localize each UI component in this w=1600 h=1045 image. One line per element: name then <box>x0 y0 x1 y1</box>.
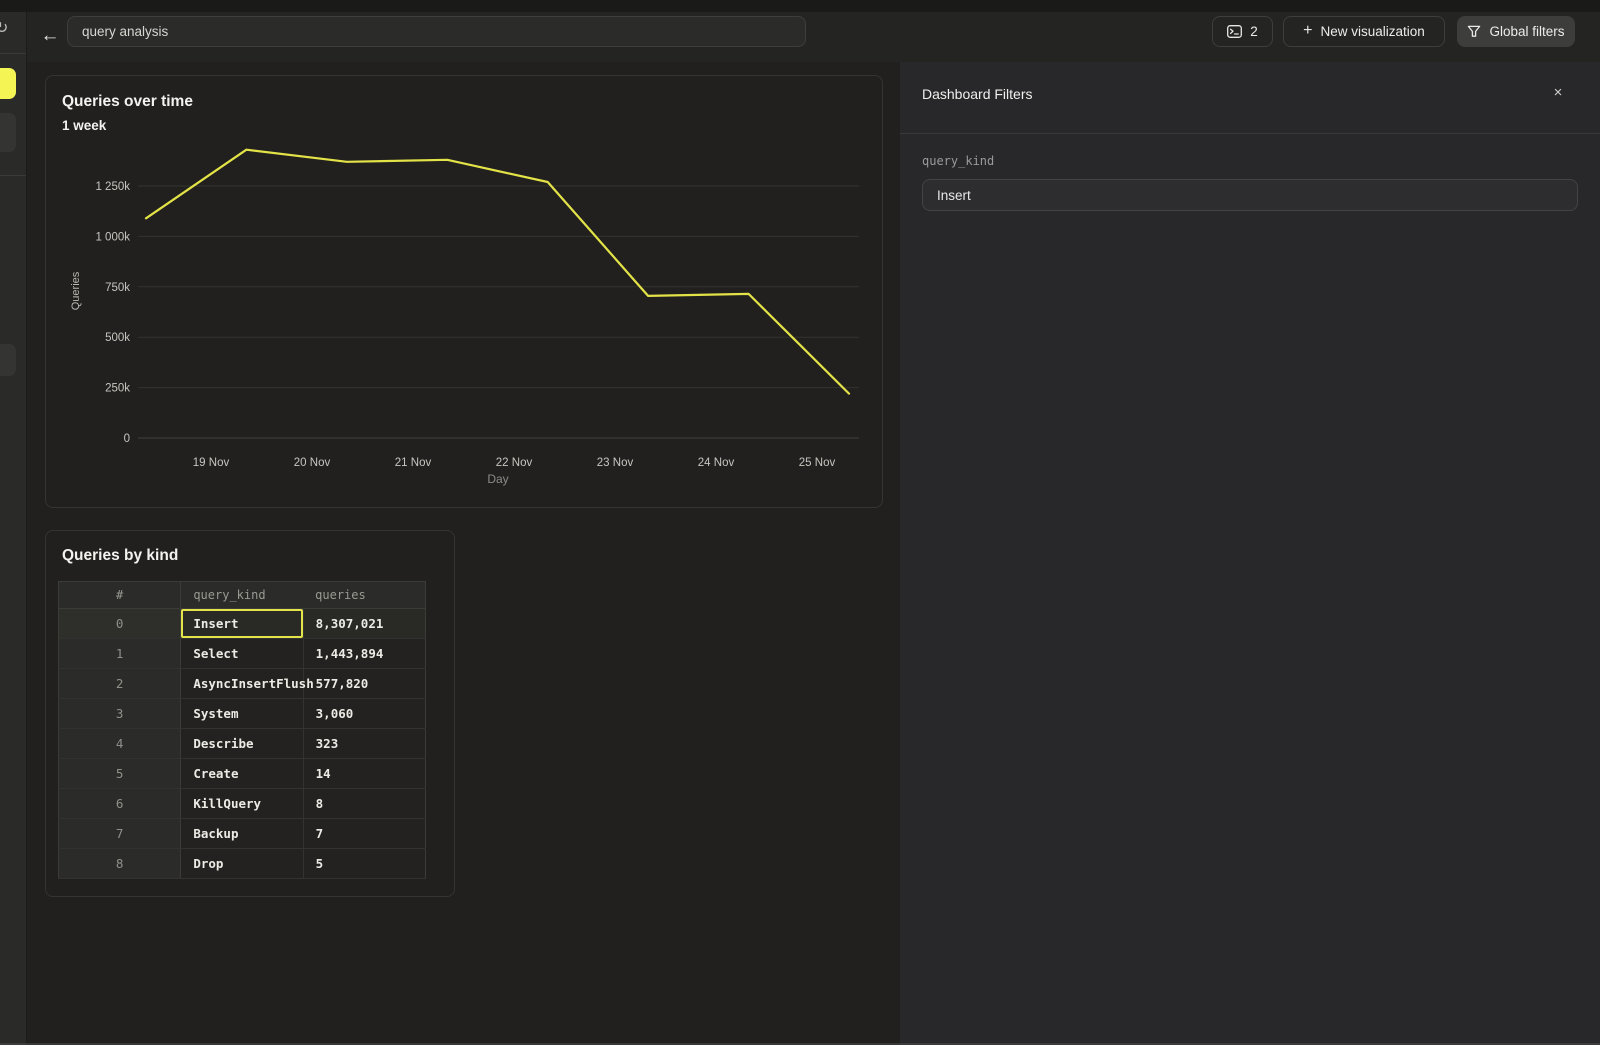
dashboard-filters-panel: Dashboard Filters × query_kind <box>900 62 1600 1045</box>
row-index-cell: 1 <box>59 639 181 669</box>
query-kind-cell[interactable]: Select <box>181 639 303 669</box>
queries-value-cell[interactable]: 5 <box>303 849 425 879</box>
window-top-strip <box>0 0 1600 12</box>
column-header-queries[interactable]: queries <box>303 582 425 609</box>
row-index-cell: 2 <box>59 669 181 699</box>
top-bar: ← 2 + New visualization Global filters <box>27 12 1600 62</box>
query-kind-filter-input[interactable] <box>922 179 1578 211</box>
query-kind-cell[interactable]: Describe <box>181 729 303 759</box>
query-kind-cell[interactable]: Backup <box>181 819 303 849</box>
panel-divider <box>900 133 1600 134</box>
column-header-query_kind[interactable]: query_kind <box>181 582 303 609</box>
queries-over-time-chart: 0 250k 500k 750k 1 000k 1 250k 19 Nov 20 Nov 21 … <box>46 76 884 509</box>
row-index-cell: 6 <box>59 789 181 819</box>
close-icon[interactable]: × <box>1549 84 1567 102</box>
queries-value-cell[interactable]: 8 <box>303 789 425 819</box>
y-tick-label: 0 <box>124 433 130 445</box>
query-kind-cell[interactable]: AsyncInsertFlush <box>181 669 303 699</box>
y-tick-label: 500k <box>105 332 130 344</box>
console-icon <box>1227 25 1242 38</box>
row-index-cell: 0 <box>59 609 181 639</box>
queries-value-cell[interactable]: 14 <box>303 759 425 789</box>
queries-by-kind-card: Queries by kind #query_kindqueries 0Inse… <box>45 530 455 897</box>
queries-by-kind-table: #query_kindqueries 0Insert8,307,0211Sele… <box>58 581 426 879</box>
table-row: 5Create14 <box>59 759 426 789</box>
x-axis-title: Day <box>487 472 508 486</box>
console-count-button[interactable]: 2 <box>1212 16 1273 47</box>
new-visualization-label: New visualization <box>1321 24 1425 39</box>
row-index-cell: 4 <box>59 729 181 759</box>
left-sidebar: ↻ <box>0 12 27 1045</box>
query-kind-cell[interactable]: Insert <box>181 609 303 639</box>
console-count: 2 <box>1250 24 1258 39</box>
sidebar-item-active[interactable] <box>0 68 16 99</box>
table-row: 1Select1,443,894 <box>59 639 426 669</box>
queries-value-cell[interactable]: 1,443,894 <box>303 639 425 669</box>
table-header: #query_kindqueries <box>59 582 426 609</box>
plus-icon: + <box>1303 22 1312 40</box>
table-row: 8Drop5 <box>59 849 426 879</box>
refresh-icon[interactable]: ↻ <box>0 21 8 37</box>
queries-value-cell[interactable]: 8,307,021 <box>303 609 425 639</box>
global-filters-label: Global filters <box>1489 24 1564 39</box>
table-row: 6KillQuery8 <box>59 789 426 819</box>
row-index-cell: 7 <box>59 819 181 849</box>
queries-value-cell[interactable]: 577,820 <box>303 669 425 699</box>
app-window: ↻ ← 2 + New visualization Global filters <box>0 0 1600 1045</box>
table-row: 7Backup7 <box>59 819 426 849</box>
filter-field-label: query_kind <box>922 154 994 168</box>
x-tick-label: 24 Nov <box>698 457 735 469</box>
new-visualization-button[interactable]: + New visualization <box>1283 16 1445 47</box>
query-kind-cell[interactable]: Drop <box>181 849 303 879</box>
x-tick-label: 23 Nov <box>597 457 634 469</box>
table-row: 2AsyncInsertFlush577,820 <box>59 669 426 699</box>
query-kind-cell[interactable]: System <box>181 699 303 729</box>
back-arrow-icon[interactable]: ← <box>37 20 63 52</box>
y-axis-title: Queries <box>70 271 82 310</box>
table-row: 4Describe323 <box>59 729 426 759</box>
table-body: 0Insert8,307,0211Select1,443,8942AsyncIn… <box>59 609 426 879</box>
filters-panel-title: Dashboard Filters <box>922 86 1033 102</box>
queries-value-cell[interactable]: 3,060 <box>303 699 425 729</box>
sidebar-divider <box>0 175 27 176</box>
x-tick-label: 19 Nov <box>193 457 230 469</box>
y-tick-label: 750k <box>105 282 130 294</box>
row-index-cell: 8 <box>59 849 181 879</box>
queries-value-cell[interactable]: 7 <box>303 819 425 849</box>
table-title: Queries by kind <box>62 547 178 565</box>
funnel-icon <box>1467 25 1481 38</box>
table-row: 3System3,060 <box>59 699 426 729</box>
y-tick-label: 1 000k <box>95 231 130 243</box>
y-tick-label: 250k <box>105 383 130 395</box>
x-tick-label: 25 Nov <box>799 457 836 469</box>
table-row: 0Insert8,307,021 <box>59 609 426 639</box>
dashboard-title-input[interactable] <box>67 16 806 47</box>
queries-value-cell[interactable]: 323 <box>303 729 425 759</box>
query-kind-cell[interactable]: KillQuery <box>181 789 303 819</box>
sidebar-item[interactable] <box>0 113 16 152</box>
column-header-index[interactable]: # <box>59 582 181 609</box>
query-kind-cell[interactable]: Create <box>181 759 303 789</box>
sidebar-item[interactable] <box>0 344 16 376</box>
y-tick-label: 1 250k <box>95 181 130 193</box>
x-tick-label: 21 Nov <box>395 457 432 469</box>
row-index-cell: 3 <box>59 699 181 729</box>
row-index-cell: 5 <box>59 759 181 789</box>
global-filters-button[interactable]: Global filters <box>1457 16 1575 47</box>
x-tick-label: 20 Nov <box>294 457 331 469</box>
queries-over-time-card: Queries over time 1 week 0250k500k750k1 … <box>45 75 883 508</box>
x-tick-label: 22 Nov <box>496 457 533 469</box>
sidebar-divider <box>0 53 27 54</box>
